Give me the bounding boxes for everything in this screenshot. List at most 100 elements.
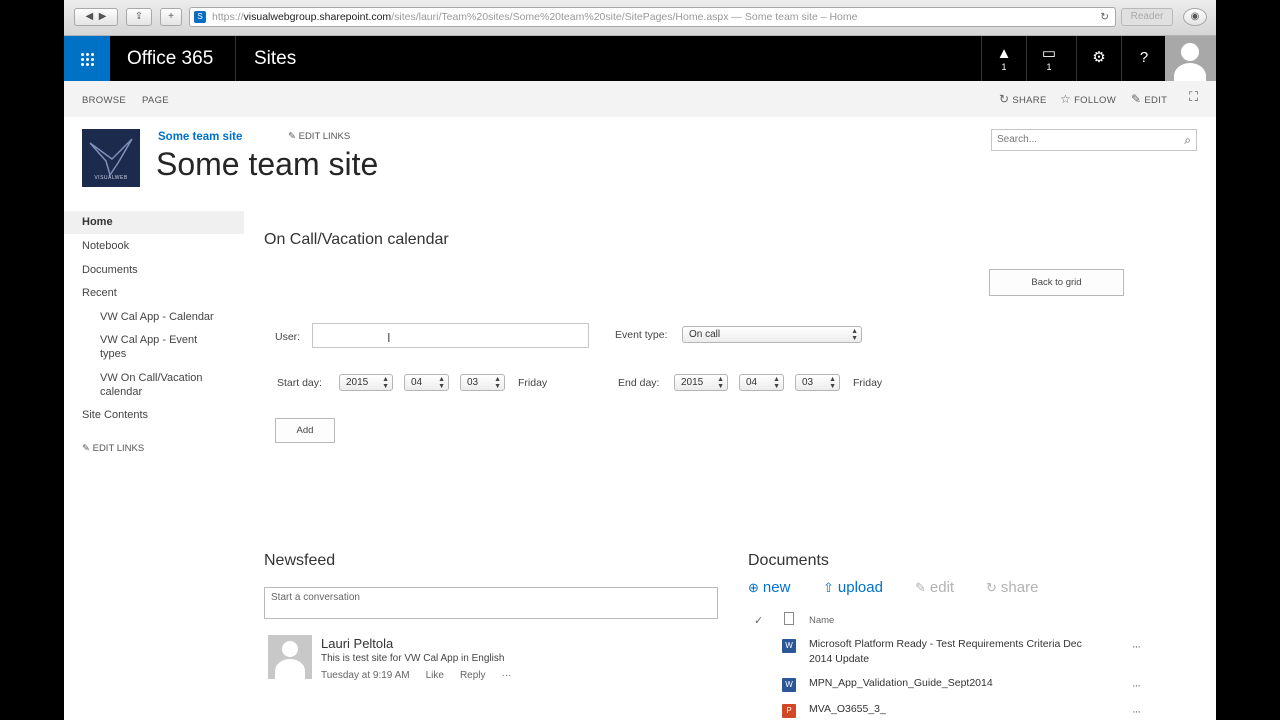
search-input[interactable]: Search... ⌕ <box>991 129 1197 151</box>
post-more-icon[interactable]: ··· <box>502 670 512 681</box>
alerts-count: 1 <box>1001 62 1007 72</box>
start-month-select[interactable]: 04 ▲ ▼ <box>404 374 449 391</box>
end-day-label: End day: <box>618 377 660 389</box>
column-name-header[interactable]: Name <box>809 615 834 626</box>
plus-circle-icon: ⊕ <box>748 580 759 595</box>
upload-icon: ⇧ <box>823 580 834 595</box>
gear-icon: ⚙ <box>1092 49 1106 66</box>
nav-item-recent[interactable]: Recent <box>64 287 244 299</box>
text-cursor-icon: I <box>387 330 391 345</box>
suite-bar: Office 365 Sites ▲ 1 ▭ 1 ⚙ ? <box>64 36 1216 81</box>
post-author[interactable]: Lauri Peltola <box>321 636 393 651</box>
select-arrows-icon: ▲ ▼ <box>382 376 389 390</box>
end-weekday: Friday <box>853 377 883 389</box>
breadcrumb[interactable]: Some team site <box>158 131 242 143</box>
new-document-button[interactable]: ⊕ new <box>748 579 790 596</box>
help-button[interactable]: ? <box>1121 36 1166 81</box>
back-to-grid-button[interactable]: Back to grid <box>989 269 1124 296</box>
post-time[interactable]: Tuesday at 9:19 AM <box>321 670 410 681</box>
downloads-icon[interactable]: ◉ <box>1183 8 1207 26</box>
post-meta: Tuesday at 9:19 AM Like Reply ··· <box>321 670 528 681</box>
select-arrows-icon: ▲ ▼ <box>851 328 858 342</box>
nav-item-site-contents[interactable]: Site Contents <box>64 409 244 421</box>
notes-button[interactable]: ▭ 1 <box>1026 36 1071 81</box>
upload-button[interactable]: ⇧ upload <box>823 579 883 596</box>
share-action[interactable]: ↻ SHARE <box>999 92 1047 106</box>
user-avatar[interactable] <box>1165 36 1216 81</box>
pencil-icon: ✎ <box>915 580 926 595</box>
share-doc-label: share <box>1000 579 1039 596</box>
edit-links-label: EDIT LINKS <box>298 131 351 142</box>
share-label: SHARE <box>1012 95 1047 106</box>
start-day-select[interactable]: 03 ▲ ▼ <box>460 374 505 391</box>
nav-item-home[interactable]: Home <box>64 211 244 234</box>
document-name[interactable]: Microsoft Platform Ready - Test Requirem… <box>809 637 1099 667</box>
nav-item-recent-1[interactable]: VW Cal App - Calendar <box>64 310 214 324</box>
event-type-label: Event type: <box>615 329 668 341</box>
nav-edit-links[interactable]: ✎ EDIT LINKS <box>64 443 244 454</box>
post-avatar[interactable] <box>268 635 312 679</box>
edit-label: EDIT <box>1144 95 1168 106</box>
reader-button[interactable]: Reader <box>1121 8 1173 26</box>
more-options-icon[interactable]: ··· <box>1132 706 1141 718</box>
add-button[interactable]: Add <box>275 418 335 443</box>
search-icon[interactable]: ⌕ <box>1184 133 1191 148</box>
more-options-icon[interactable]: ··· <box>1132 680 1141 692</box>
event-type-select[interactable]: On call ▲ ▼ <box>682 326 862 343</box>
document-name[interactable]: MPN_App_Validation_Guide_Sept2014 <box>809 676 1099 691</box>
word-doc-icon: W <box>782 678 796 692</box>
new-tab-button[interactable]: + <box>160 8 182 26</box>
newsfeed-title: Newsfeed <box>264 552 336 569</box>
nav-item-documents[interactable]: Documents <box>64 264 244 276</box>
share-browser-icon[interactable]: ⇪ <box>126 8 152 26</box>
start-weekday: Friday <box>518 377 548 389</box>
reply-link[interactable]: Reply <box>460 670 486 681</box>
documents-title: Documents <box>748 552 829 569</box>
end-month-select[interactable]: 04 ▲ ▼ <box>739 374 784 391</box>
edit-action[interactable]: ✎ EDIT <box>1131 92 1167 106</box>
start-day-label: Start day: <box>277 377 322 389</box>
end-month-value: 04 <box>746 377 758 388</box>
search-placeholder: Search... <box>997 134 1038 145</box>
pencil-icon: ✎ <box>82 443 93 454</box>
end-year-select[interactable]: 2015 ▲ ▼ <box>674 374 728 391</box>
focus-content-icon[interactable]: ⛶ <box>1189 89 1198 105</box>
address-bar[interactable]: S https://visualwebgroup.sharepoint.com/… <box>189 7 1116 27</box>
tab-browse[interactable]: BROWSE <box>82 95 126 106</box>
app-launcher-icon[interactable] <box>64 36 110 81</box>
back-forward-buttons[interactable]: ◀ ▶ <box>74 8 118 26</box>
site-favicon: S <box>194 11 206 23</box>
edit-links-top[interactable]: ✎ EDIT LINKS <box>288 131 350 142</box>
reload-icon[interactable]: ↻ <box>1100 8 1109 26</box>
user-field[interactable] <box>312 323 589 348</box>
office365-brand[interactable]: Office 365 <box>127 48 213 70</box>
alerts-button[interactable]: ▲ 1 <box>981 36 1026 81</box>
pencil-icon: ✎ <box>1131 92 1142 106</box>
start-year-select[interactable]: 2015 ▲ ▼ <box>339 374 393 391</box>
nav-item-recent-3[interactable]: VW On Call/Vacation calendar <box>64 371 214 399</box>
share-document-button[interactable]: ↻ share <box>986 579 1038 596</box>
nav-item-recent-2[interactable]: VW Cal App - Event types <box>64 333 214 361</box>
end-day-select[interactable]: 03 ▲ ▼ <box>795 374 840 391</box>
like-link[interactable]: Like <box>426 670 444 681</box>
sites-link[interactable]: Sites <box>235 36 345 81</box>
new-label: new <box>762 579 791 596</box>
more-options-icon[interactable]: ··· <box>1132 641 1141 653</box>
star-icon: ☆ <box>1060 92 1072 106</box>
follow-action[interactable]: ☆ FOLLOW <box>1060 92 1116 106</box>
edit-document-button[interactable]: ✎ edit <box>915 579 954 596</box>
settings-button[interactable]: ⚙ <box>1076 36 1121 81</box>
select-arrows-icon: ▲ ▼ <box>829 376 836 390</box>
share-icon: ↻ <box>986 580 997 595</box>
select-all-checkmark-icon[interactable]: ✓ <box>754 614 763 627</box>
start-year-value: 2015 <box>346 377 369 388</box>
nav-item-notebook[interactable]: Notebook <box>64 240 244 252</box>
logo-text: VISUALWEB <box>94 175 128 181</box>
start-month-value: 04 <box>411 377 423 388</box>
tab-page[interactable]: PAGE <box>142 95 169 106</box>
conversation-input[interactable]: Start a conversation <box>264 587 718 619</box>
document-name[interactable]: MVA_O3655_3_ <box>809 702 1099 717</box>
site-logo[interactable]: VISUALWEB <box>82 129 140 187</box>
user-label: User: <box>275 331 301 343</box>
end-day-value: 03 <box>802 377 814 388</box>
